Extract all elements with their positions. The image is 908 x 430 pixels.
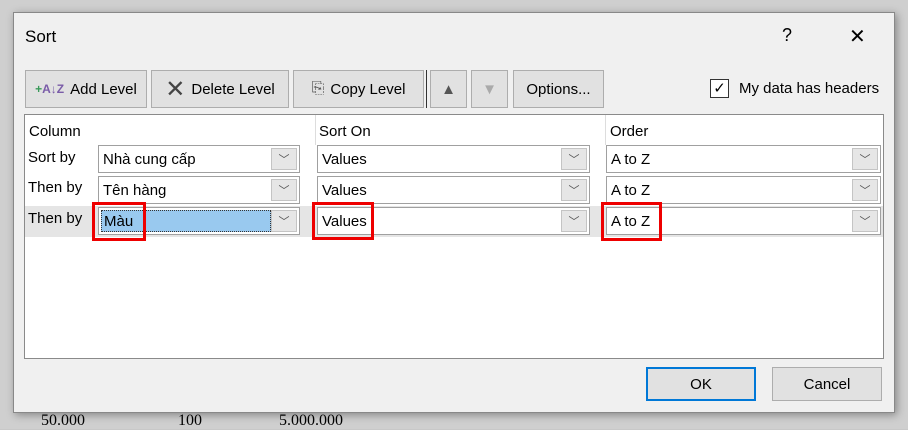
headers-checkbox-label: My data has headers bbox=[739, 80, 880, 97]
cell: 50.000 bbox=[41, 412, 85, 429]
cell: 100 bbox=[178, 412, 202, 429]
options-button[interactable]: Options... bbox=[513, 70, 604, 108]
divider bbox=[315, 115, 316, 145]
close-button[interactable]: ✕ bbox=[849, 24, 866, 49]
chevron-down-icon: ﹀ bbox=[561, 148, 587, 170]
red-highlight-box bbox=[312, 202, 374, 240]
chevron-down-icon: ﹀ bbox=[271, 179, 297, 201]
sort-on-select[interactable]: Values ﹀ bbox=[317, 176, 590, 204]
copy-level-button[interactable]: ⎘ Copy Level bbox=[293, 70, 424, 108]
chevron-down-icon: ﹀ bbox=[271, 148, 297, 170]
help-button[interactable]: ? bbox=[782, 25, 792, 46]
column-select[interactable]: Tên hàng ﹀ bbox=[98, 176, 300, 204]
header-sort-on: Sort On bbox=[319, 123, 371, 140]
triangle-up-icon: ▲ bbox=[441, 80, 456, 98]
move-down-button[interactable]: ▼ bbox=[471, 70, 508, 108]
cell: 5.000.000 bbox=[279, 412, 343, 429]
header-order: Order bbox=[610, 123, 649, 140]
move-up-button[interactable]: ▲ bbox=[430, 70, 467, 108]
divider bbox=[605, 115, 606, 145]
sort-on-select[interactable]: Values ﹀ bbox=[317, 145, 590, 173]
row-label: Then by bbox=[28, 179, 83, 196]
row-label: Sort by bbox=[28, 149, 76, 166]
chevron-down-icon: ﹀ bbox=[852, 148, 878, 170]
dialog-title: Sort bbox=[25, 27, 57, 46]
triangle-down-icon: ▼ bbox=[482, 80, 497, 98]
ok-button[interactable]: OK bbox=[646, 367, 756, 401]
sort-dialog: Sort ? ✕ +A↓Z Add Level ✕ Delete Level ⎘… bbox=[13, 12, 895, 413]
add-level-button[interactable]: +A↓Z Add Level bbox=[25, 70, 147, 108]
header-column: Column bbox=[29, 123, 81, 140]
order-select[interactable]: A to Z ﹀ bbox=[606, 145, 881, 173]
delete-level-button[interactable]: ✕ Delete Level bbox=[151, 70, 289, 108]
headers-checkbox[interactable]: ✓ bbox=[710, 79, 729, 98]
red-highlight-box bbox=[92, 202, 146, 241]
red-highlight-box bbox=[601, 202, 662, 241]
chevron-down-icon: ﹀ bbox=[561, 179, 587, 201]
copy-icon: ⎘ bbox=[311, 80, 325, 97]
chevron-down-icon: ﹀ bbox=[561, 210, 587, 232]
chevron-down-icon: ﹀ bbox=[271, 210, 297, 232]
column-select[interactable]: Nhà cung cấp ﹀ bbox=[98, 145, 300, 173]
chevron-down-icon: ﹀ bbox=[852, 179, 878, 201]
sort-levels-grid: Column Sort On Order Sort by Nhà cung cấ… bbox=[24, 114, 884, 359]
chevron-down-icon: ﹀ bbox=[852, 210, 878, 232]
row-label: Then by bbox=[28, 210, 83, 227]
delete-icon: ✕ bbox=[165, 75, 186, 103]
separator bbox=[426, 70, 427, 108]
order-select[interactable]: A to Z ﹀ bbox=[606, 176, 881, 204]
add-sort-icon: +A↓Z bbox=[35, 82, 65, 96]
cancel-button[interactable]: Cancel bbox=[772, 367, 882, 401]
